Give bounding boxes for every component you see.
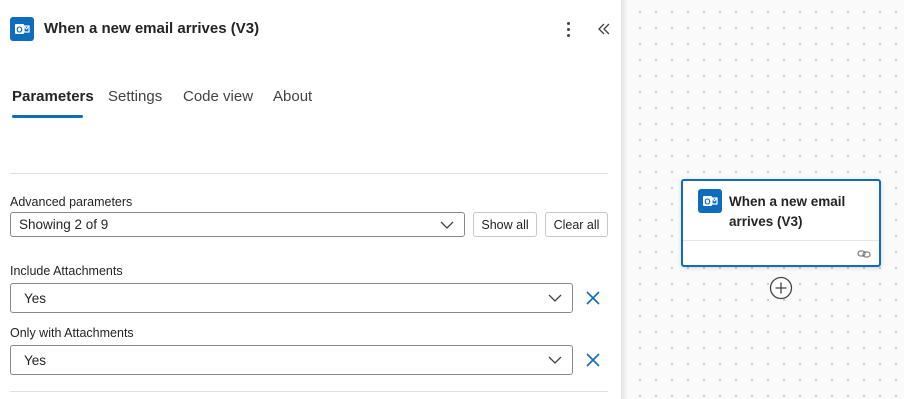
- add-step-button[interactable]: [769, 276, 793, 300]
- only-with-attachments-dropdown[interactable]: Yes: [10, 345, 573, 375]
- outlook-icon: O: [10, 17, 34, 41]
- include-attachments-label: Include Attachments: [10, 264, 123, 278]
- include-attachments-value: Yes: [24, 290, 47, 306]
- include-attachments-dropdown[interactable]: Yes: [10, 283, 573, 313]
- panel-title: When a new email arrives (V3): [44, 20, 260, 37]
- section-divider: [10, 391, 608, 392]
- card-divider: [683, 240, 879, 241]
- active-tab-indicator: [12, 115, 83, 118]
- chevron-down-icon: [548, 356, 562, 364]
- advanced-parameters-label: Advanced parameters: [10, 195, 133, 209]
- tab-settings[interactable]: Settings: [108, 88, 162, 105]
- tab-about[interactable]: About: [273, 88, 312, 105]
- remove-include-attachments-button[interactable]: [584, 289, 602, 307]
- tab-parameters[interactable]: Parameters: [12, 88, 94, 105]
- trigger-card[interactable]: O When a new email arrives (V3): [681, 179, 881, 267]
- close-icon: [586, 291, 600, 305]
- link-icon: [857, 250, 871, 258]
- tab-code-view[interactable]: Code view: [183, 88, 253, 105]
- plus-circle-icon: [769, 276, 793, 300]
- svg-text:O: O: [704, 198, 710, 207]
- trigger-card-title: When a new email arrives (V3): [729, 194, 846, 229]
- details-panel: O When a new email arrives (V3) Paramete…: [0, 0, 622, 399]
- section-divider: [10, 173, 608, 174]
- chevron-down-icon: [548, 294, 562, 302]
- more-options-button[interactable]: [559, 18, 577, 40]
- svg-text:O: O: [16, 26, 22, 35]
- close-icon: [586, 353, 600, 367]
- only-with-attachments-value: Yes: [24, 352, 47, 368]
- chevron-down-icon: [440, 221, 454, 229]
- remove-only-with-attachments-button[interactable]: [584, 351, 602, 369]
- advanced-parameters-value: Showing 2 of 9: [19, 217, 109, 232]
- collapse-panel-button[interactable]: [594, 19, 614, 39]
- show-all-button[interactable]: Show all: [473, 212, 537, 237]
- double-chevron-left-icon: [598, 23, 610, 35]
- clear-all-button[interactable]: Clear all: [545, 212, 608, 237]
- advanced-parameters-dropdown[interactable]: Showing 2 of 9: [10, 212, 465, 237]
- outlook-icon: O: [698, 189, 722, 213]
- only-with-attachments-label: Only with Attachments: [10, 326, 134, 340]
